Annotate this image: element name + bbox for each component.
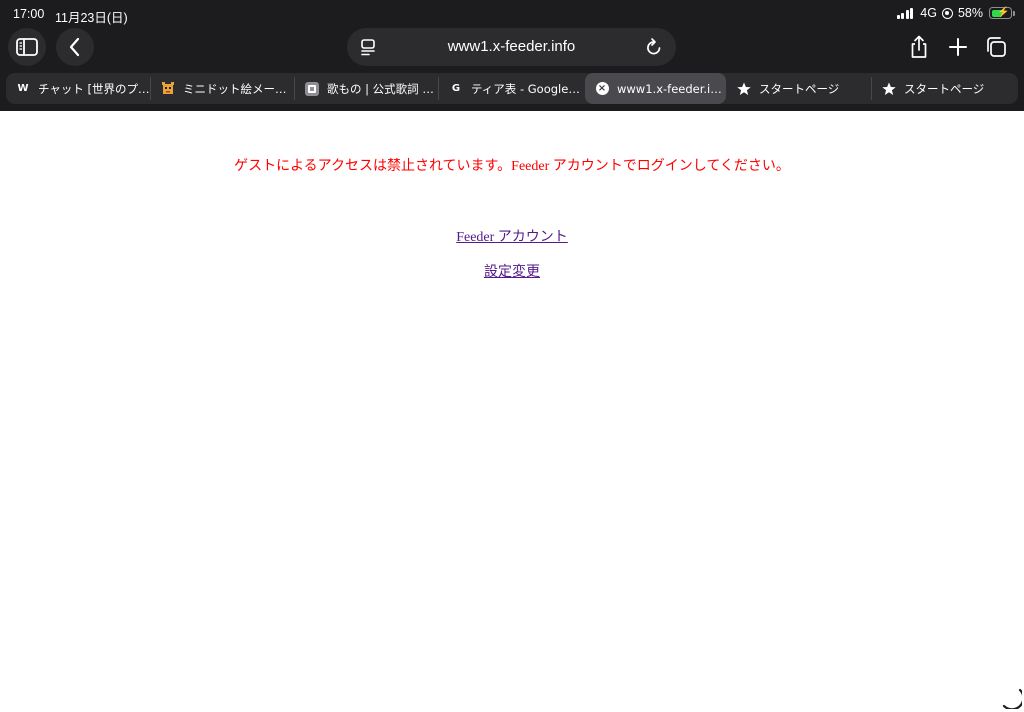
google-favicon: G bbox=[451, 83, 461, 94]
url-text: www1.x-feeder.info bbox=[447, 38, 576, 55]
tab-chat[interactable]: W チャット [世界のプ… bbox=[6, 73, 150, 104]
tabs-overview-icon bbox=[987, 37, 1006, 57]
battery-tip bbox=[1013, 11, 1015, 16]
address-bar[interactable]: www1.x-feeder.info bbox=[347, 28, 676, 66]
tab-x-feeder-active[interactable]: × www1.x-feeder.inf… bbox=[585, 73, 726, 104]
loading-spinner-icon bbox=[1002, 688, 1022, 709]
location-icon bbox=[941, 7, 953, 19]
status-time: 17:00 bbox=[13, 7, 45, 21]
close-tab-button[interactable]: × bbox=[595, 82, 609, 96]
plus-icon bbox=[949, 38, 967, 56]
lyrics-favicon bbox=[305, 81, 319, 96]
tab-label: ミニドット絵メーカ… bbox=[183, 81, 294, 96]
share-icon bbox=[911, 35, 927, 58]
network-type: 4G bbox=[920, 6, 937, 20]
tab-start-page-2[interactable]: スタートページ bbox=[872, 73, 1018, 104]
sidebar-button[interactable] bbox=[8, 28, 46, 66]
settings-link-row: 設定変更 bbox=[0, 261, 1024, 281]
browser-toolbar: www1.x-feeder.info bbox=[0, 28, 1024, 68]
star-icon bbox=[882, 82, 896, 96]
tab-overview-button[interactable] bbox=[983, 34, 1009, 60]
cellular-signal-icon bbox=[896, 7, 914, 19]
wikipedia-favicon: W bbox=[17, 83, 29, 94]
status-indicators: 4G 58% ⚡ bbox=[896, 6, 1015, 20]
new-tab-button[interactable] bbox=[945, 34, 971, 60]
tab-label: チャット [世界のプ… bbox=[38, 81, 150, 96]
reload-icon[interactable] bbox=[645, 37, 663, 57]
tab-start-page-1[interactable]: スタートページ bbox=[727, 73, 870, 104]
battery-icon: ⚡ bbox=[989, 7, 1015, 19]
tab-lyrics[interactable]: 歌もの | 公式歌詞 &… bbox=[295, 73, 438, 104]
pixel-art-favicon bbox=[161, 81, 175, 96]
tab-label: スタートページ bbox=[759, 81, 840, 96]
browser-chrome: 17:00 11月23日(日) 4G 58% ⚡ www1.x-feeder.i… bbox=[0, 0, 1024, 111]
chevron-left-icon bbox=[69, 37, 80, 57]
guest-access-message: ゲストによるアクセスは禁止されています。Feeder アカウントでログインしてく… bbox=[234, 159, 790, 174]
tab-tier-list[interactable]: G ティア表 - Google… bbox=[439, 73, 583, 104]
tab-mini-dot[interactable]: ミニドット絵メーカ… bbox=[151, 73, 294, 104]
status-bar: 17:00 11月23日(日) 4G 58% ⚡ bbox=[0, 0, 1024, 28]
tab-label: スタートページ bbox=[904, 81, 985, 96]
charging-bolt-icon: ⚡ bbox=[997, 7, 1010, 18]
settings-link[interactable]: 設定変更 bbox=[484, 265, 540, 280]
account-link-row: Feeder アカウント bbox=[0, 226, 1024, 246]
back-button[interactable] bbox=[56, 28, 94, 66]
feeder-account-link[interactable]: Feeder アカウント bbox=[456, 230, 568, 245]
tab-label: ティア表 - Google… bbox=[471, 81, 580, 96]
share-button[interactable] bbox=[906, 34, 932, 60]
web-page-content: ゲストによるアクセスは禁止されています。Feeder アカウントでログインしてく… bbox=[0, 111, 1024, 712]
battery-percent: 58% bbox=[957, 6, 983, 20]
sidebar-icon bbox=[16, 38, 38, 56]
star-icon bbox=[737, 82, 751, 96]
close-icon: × bbox=[595, 82, 609, 95]
tab-bar: W チャット [世界のプ… ミニドット絵メーカ… 歌もの | 公式歌詞 &… G… bbox=[6, 73, 1018, 104]
tab-label: www1.x-feeder.inf… bbox=[617, 81, 726, 96]
status-date: 11月23日(日) bbox=[55, 11, 128, 25]
tab-label: 歌もの | 公式歌詞 &… bbox=[327, 81, 438, 96]
